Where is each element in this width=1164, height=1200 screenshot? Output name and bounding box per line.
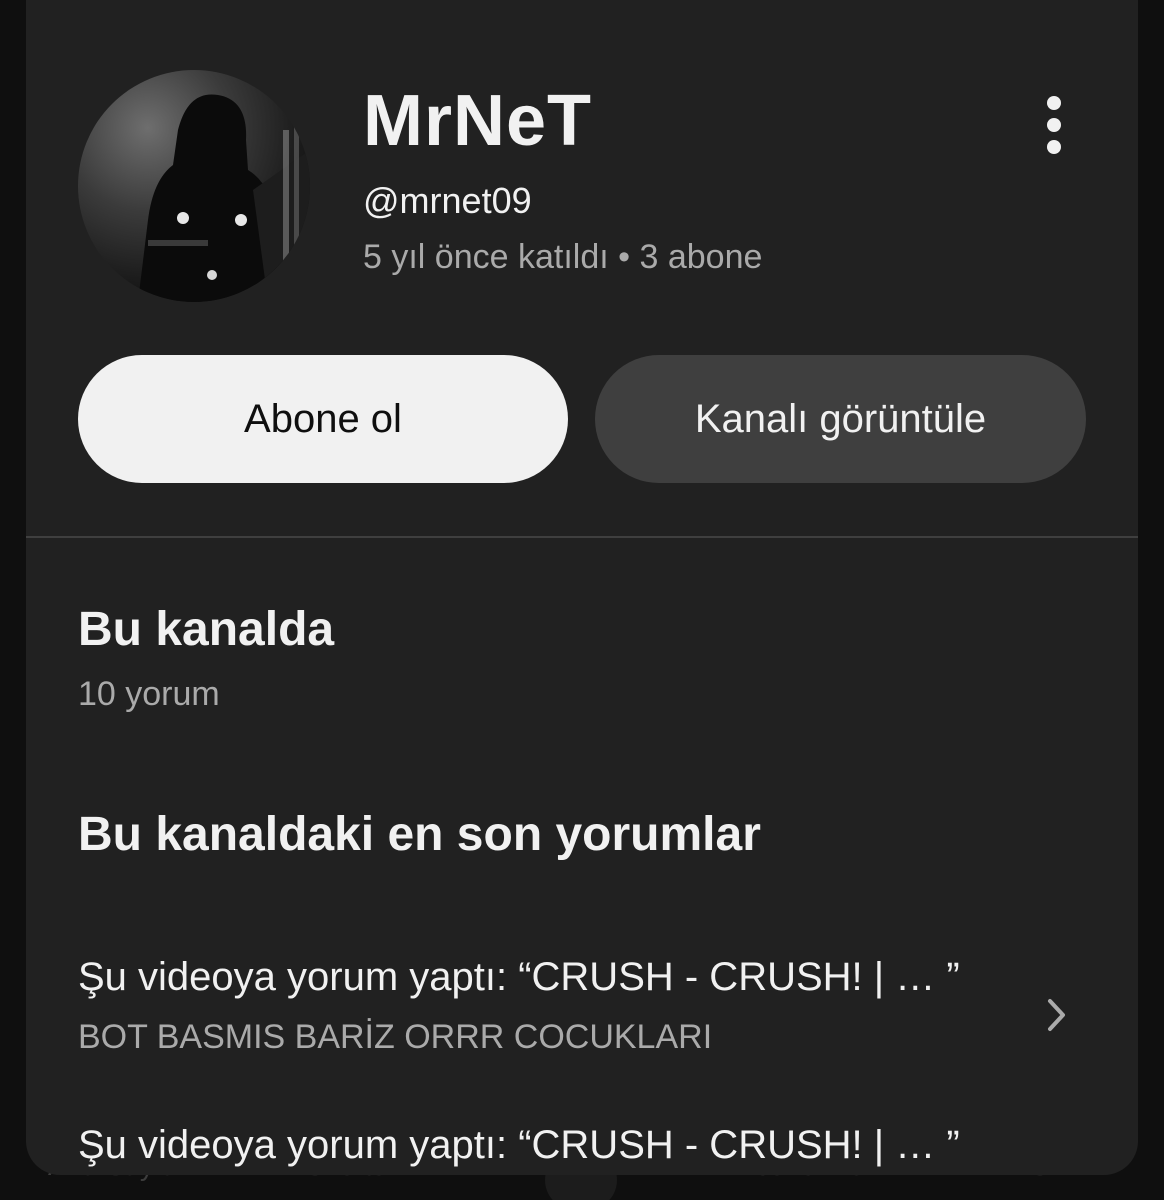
avatar-image — [138, 94, 310, 302]
view-channel-button[interactable]: Kanalı görüntüle — [595, 355, 1086, 483]
channel-meta: 5 yıl önce katıldı • 3 abone — [363, 238, 763, 276]
more-dot — [1047, 140, 1061, 154]
divider — [26, 536, 1138, 538]
comment-count: 10 yorum — [78, 675, 220, 713]
comment-item-title: Şu videoya yorum yaptı: “CRUSH - CRUSH! … — [78, 1123, 960, 1167]
channel-info-sheet: MrNeT @mrnet09 5 yıl önce katıldı • 3 ab… — [26, 0, 1138, 1175]
comment-item[interactable]: Şu videoya yorum yaptı: “CRUSH - CRUSH! … — [26, 955, 1138, 1065]
comment-item[interactable]: Şu videoya yorum yaptı: “CRUSH - CRUSH! … — [26, 1123, 1138, 1175]
comment-item-title: Şu videoya yorum yaptı: “CRUSH - CRUSH! … — [78, 955, 960, 999]
chevron-right-icon — [1048, 999, 1065, 1031]
more-dot — [1047, 96, 1061, 110]
comments-section-title: Bu kanaldaki en son yorumlar — [78, 808, 761, 861]
channel-handle: @mrnet09 — [363, 180, 532, 221]
more-vertical-icon[interactable] — [1034, 90, 1074, 160]
subscribe-button[interactable]: Abone ol — [78, 355, 568, 483]
more-dot — [1047, 118, 1061, 132]
comment-item-text: BOT BASMIS BARİZ ORRR COCUKLARI — [78, 1018, 713, 1056]
stats-section-title: Bu kanalda — [78, 603, 335, 656]
avatar[interactable] — [78, 70, 310, 302]
channel-name: MrNeT — [363, 81, 593, 161]
page: Ana Sayfa Shorts Abonelikler Siz MrNeT @… — [0, 0, 1164, 1200]
